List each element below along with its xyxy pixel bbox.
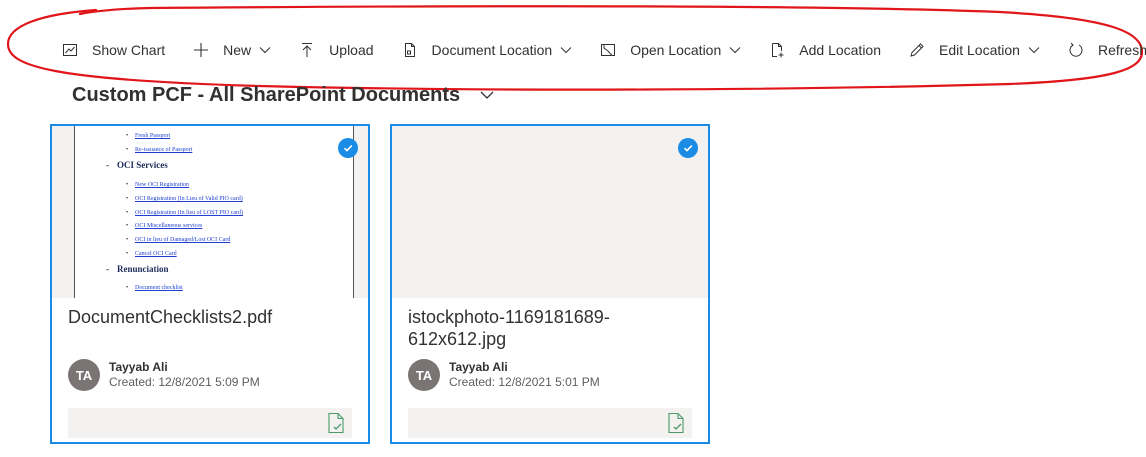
document-thumbnail — [392, 126, 708, 298]
author-info: TA Tayyab Ali Created: 12/8/2021 5:01 PM — [408, 359, 600, 391]
chart-icon — [62, 42, 78, 58]
preview-link: Fresh Passport — [126, 133, 170, 139]
preview-link: OCI in lieu of Damaged/Lost OCI Card — [126, 237, 230, 243]
selected-check-icon[interactable] — [338, 138, 358, 158]
document-thumbnail: Fresh Passport Re-issuance of Passport O… — [52, 126, 368, 298]
created-date: Created: 12/8/2021 5:01 PM — [449, 375, 600, 389]
author-name: Tayyab Ali — [449, 360, 508, 374]
plus-icon — [193, 42, 209, 58]
file-name[interactable]: DocumentChecklists2.pdf — [68, 306, 348, 328]
created-date: Created: 12/8/2021 5:09 PM — [109, 375, 260, 389]
author-info: TA Tayyab Ali Created: 12/8/2021 5:09 PM — [68, 359, 260, 391]
new-label: New — [223, 42, 252, 58]
document-location-button[interactable]: Document Location — [394, 34, 581, 66]
author-name: Tayyab Ali — [109, 360, 168, 374]
preview-section-heading: Renunciation — [106, 264, 168, 274]
add-location-label: Add Location — [799, 42, 881, 58]
avatar: TA — [68, 359, 100, 391]
open-location-label: Open Location — [630, 42, 722, 58]
file-name[interactable]: istockphoto-1169181689-612x612.jpg — [408, 306, 688, 350]
card-footer — [68, 408, 352, 438]
document-card[interactable]: istockphoto-1169181689-612x612.jpg TA Ta… — [390, 124, 710, 444]
chevron-down-icon — [259, 44, 271, 56]
chevron-down-icon — [480, 88, 494, 102]
preview-link: Cancel OCI Card — [126, 251, 177, 257]
document-card[interactable]: Fresh Passport Re-issuance of Passport O… — [50, 124, 370, 444]
chevron-down-icon — [729, 44, 741, 56]
edit-location-button[interactable]: Edit Location — [901, 34, 1048, 66]
selected-check-icon[interactable] — [678, 138, 698, 158]
document-location-label: Document Location — [431, 42, 553, 58]
preview-link: OCI Registration (In lieu of LOST PIO ca… — [126, 210, 243, 216]
add-location-button[interactable]: Add Location — [761, 34, 889, 66]
preview-link: OCI Registration (In Lieu of Valid PIO c… — [126, 196, 243, 202]
refresh-button[interactable]: Refresh — [1060, 34, 1146, 66]
file-check-icon[interactable] — [326, 412, 346, 434]
view-selector[interactable]: Custom PCF - All SharePoint Documents — [72, 82, 494, 108]
preview-link: Document checklist — [126, 285, 183, 291]
edit-location-label: Edit Location — [939, 42, 1020, 58]
refresh-label: Refresh — [1097, 42, 1146, 58]
pdf-preview: Fresh Passport Re-issuance of Passport O… — [74, 126, 354, 298]
preview-section-heading: OCI Services — [106, 160, 168, 170]
new-button[interactable]: New — [185, 34, 279, 66]
upload-button[interactable]: Upload — [291, 34, 381, 66]
open-folder-icon — [600, 42, 616, 58]
document-icon — [402, 42, 418, 58]
preview-link: OCI Miscellaneous services — [126, 223, 202, 229]
preview-link: New OCI Registration — [126, 182, 189, 188]
command-bar: Show Chart New Upload Document Location … — [54, 34, 1146, 66]
preview-link: Re-issuance of Passport — [126, 147, 192, 153]
file-check-icon[interactable] — [666, 412, 686, 434]
chevron-down-icon — [560, 44, 572, 56]
refresh-icon — [1068, 42, 1084, 58]
card-footer — [408, 408, 692, 438]
upload-icon — [299, 42, 315, 58]
open-location-button[interactable]: Open Location — [592, 34, 749, 66]
chevron-down-icon — [1028, 44, 1040, 56]
page-title: Custom PCF - All SharePoint Documents — [72, 83, 461, 106]
avatar: TA — [408, 359, 440, 391]
pencil-icon — [909, 42, 925, 58]
add-document-icon — [769, 42, 785, 58]
show-chart-label: Show Chart — [92, 42, 166, 58]
show-chart-button[interactable]: Show Chart — [54, 34, 173, 66]
upload-label: Upload — [329, 42, 374, 58]
